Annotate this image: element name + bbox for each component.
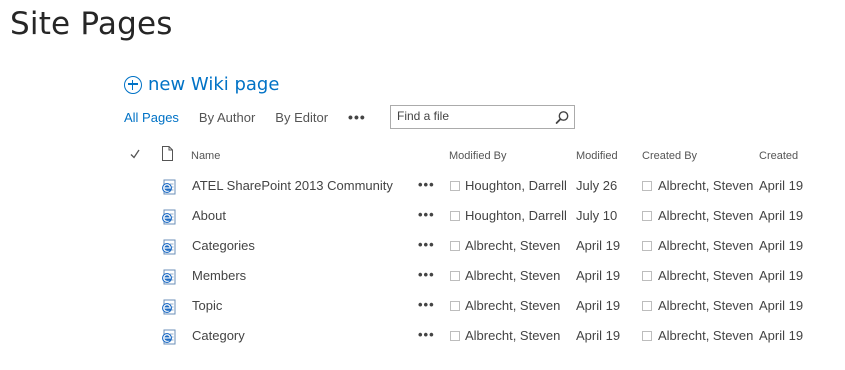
created-by-link[interactable]: Albrecht, Steven: [658, 268, 753, 284]
created-date: April 19: [759, 238, 804, 253]
wiki-page-icon: [161, 239, 177, 255]
view-all-pages[interactable]: All Pages: [124, 110, 179, 125]
modified-by-link[interactable]: Albrecht, Steven: [465, 268, 560, 284]
page-name-link[interactable]: ATEL SharePoint 2013 Community: [192, 178, 393, 194]
view-by-editor[interactable]: By Editor: [275, 110, 328, 125]
wiki-page-icon: [161, 209, 177, 225]
view-by-author[interactable]: By Author: [199, 110, 255, 125]
table-row[interactable]: Categories ••• Albrecht, Steven April 19 Alb…: [0, 237, 845, 268]
presence-indicator: [450, 241, 460, 251]
presence-indicator: [642, 211, 652, 221]
new-wiki-page-button[interactable]: new Wiki page: [124, 74, 279, 95]
modified-by-link[interactable]: Albrecht, Steven: [465, 238, 560, 254]
presence-indicator: [642, 301, 652, 311]
modified-by-link[interactable]: Albrecht, Steven: [465, 298, 560, 314]
presence-indicator: [450, 301, 460, 311]
modified-date: July 26: [576, 178, 618, 193]
created-date: April 19: [759, 178, 804, 193]
created-date: April 19: [759, 208, 804, 223]
table-row[interactable]: About ••• Houghton, Darrell July 10 Albrecht…: [0, 207, 845, 238]
created-by-link[interactable]: Albrecht, Steven: [658, 178, 753, 194]
modified-date: April 19: [576, 298, 621, 313]
modified-by-link[interactable]: Houghton, Darrell: [465, 208, 567, 224]
presence-indicator: [450, 331, 460, 341]
search-box[interactable]: [390, 105, 575, 129]
modified-date: July 10: [576, 208, 618, 223]
presence-indicator: [450, 211, 460, 221]
new-wiki-page-label[interactable]: new Wiki page: [148, 74, 279, 95]
created-date: April 19: [759, 298, 804, 313]
view-selector: All Pages By Author By Editor •••: [124, 109, 366, 125]
column-header-created-by[interactable]: Created By: [642, 150, 697, 162]
row-menu-ellipsis[interactable]: •••: [418, 237, 435, 252]
presence-indicator: [450, 271, 460, 281]
column-header-created[interactable]: Created: [759, 150, 798, 162]
column-header-modified[interactable]: Modified: [576, 150, 618, 162]
modified-date: April 19: [576, 268, 621, 283]
column-header-name[interactable]: Name: [191, 150, 220, 162]
page-name-link[interactable]: Members: [192, 268, 246, 284]
plus-circle-icon[interactable]: [124, 75, 142, 94]
row-menu-ellipsis[interactable]: •••: [418, 267, 435, 282]
created-by-link[interactable]: Albrecht, Steven: [658, 208, 753, 224]
search-input[interactable]: [397, 109, 547, 123]
row-menu-ellipsis[interactable]: •••: [418, 297, 435, 312]
row-menu-ellipsis[interactable]: •••: [418, 327, 435, 342]
document-icon: [162, 146, 173, 161]
page-title: Site Pages: [10, 6, 173, 42]
check-icon[interactable]: [130, 148, 140, 160]
row-menu-ellipsis[interactable]: •••: [418, 207, 435, 222]
created-by-link[interactable]: Albrecht, Steven: [658, 328, 753, 344]
created-date: April 19: [759, 268, 804, 283]
page-name-link[interactable]: Category: [192, 328, 245, 344]
column-header-modified-by[interactable]: Modified By: [449, 150, 506, 162]
page-name-link[interactable]: About: [192, 208, 226, 224]
wiki-page-icon: [161, 269, 177, 285]
more-views-ellipsis[interactable]: •••: [348, 109, 366, 125]
presence-indicator: [642, 241, 652, 251]
table-row[interactable]: Category ••• Albrecht, Steven April 19 Albre…: [0, 327, 845, 358]
row-menu-ellipsis[interactable]: •••: [418, 177, 435, 192]
created-by-link[interactable]: Albrecht, Steven: [658, 238, 753, 254]
table-row[interactable]: Members ••• Albrecht, Steven April 19 Albrec…: [0, 267, 845, 298]
wiki-page-icon: [161, 329, 177, 345]
table-row[interactable]: Topic ••• Albrecht, Steven April 19 Albrecht…: [0, 297, 845, 328]
page-name-link[interactable]: Topic: [192, 298, 222, 314]
created-date: April 19: [759, 328, 804, 343]
modified-date: April 19: [576, 238, 621, 253]
modified-by-link[interactable]: Albrecht, Steven: [465, 328, 560, 344]
presence-indicator: [450, 181, 460, 191]
wiki-page-icon: [161, 179, 177, 195]
presence-indicator: [642, 181, 652, 191]
page-name-link[interactable]: Categories: [192, 238, 255, 254]
modified-date: April 19: [576, 328, 621, 343]
wiki-page-icon: [161, 299, 177, 315]
presence-indicator: [642, 271, 652, 281]
table-row[interactable]: ATEL SharePoint 2013 Community ••• Houghto…: [0, 177, 845, 208]
presence-indicator: [642, 331, 652, 341]
search-icon[interactable]: [555, 110, 570, 125]
created-by-link[interactable]: Albrecht, Steven: [658, 298, 753, 314]
modified-by-link[interactable]: Houghton, Darrell: [465, 178, 567, 194]
